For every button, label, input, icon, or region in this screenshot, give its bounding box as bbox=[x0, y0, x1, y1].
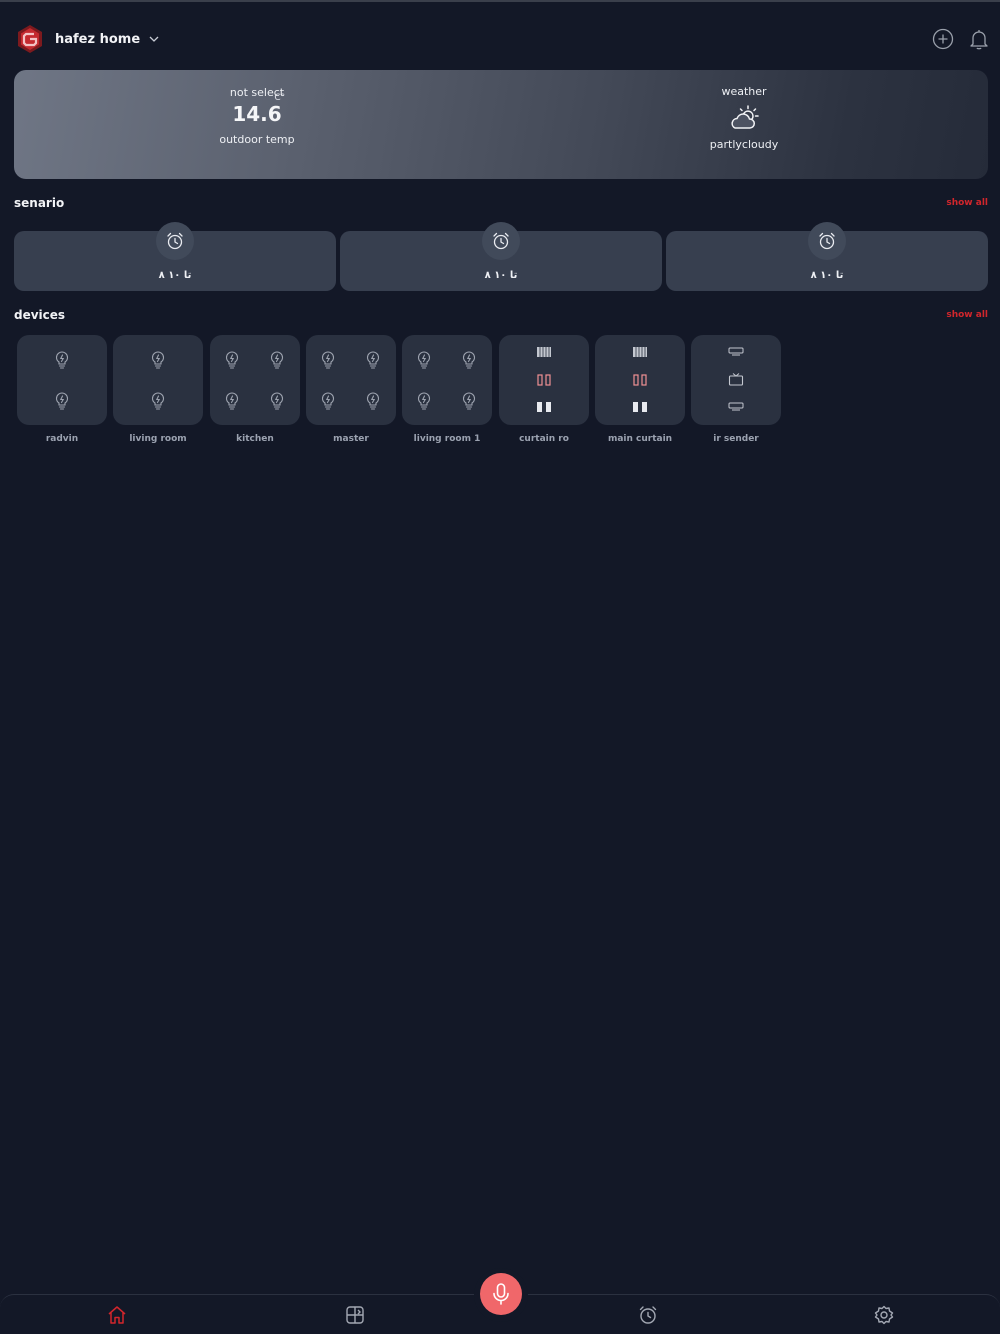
curtain-close-icon[interactable] bbox=[632, 401, 648, 413]
scenario-card[interactable]: تا ۱۰ ۸ bbox=[14, 222, 336, 291]
device-tile[interactable] bbox=[306, 335, 396, 425]
light-bulb-icon[interactable] bbox=[416, 351, 432, 369]
device-tile[interactable] bbox=[595, 335, 685, 425]
scenario-card[interactable]: تا ۱۰ ۸ bbox=[666, 222, 988, 291]
curtain-close-icon[interactable] bbox=[536, 401, 552, 413]
alarm-clock-icon bbox=[156, 222, 194, 260]
device-label: master bbox=[333, 434, 369, 444]
device-label: radvin bbox=[45, 434, 79, 444]
light-bulb-icon[interactable] bbox=[365, 351, 381, 369]
curtain-pause-icon[interactable] bbox=[632, 374, 648, 386]
chevron-down-icon[interactable] bbox=[148, 33, 160, 45]
alarm-clock-icon bbox=[482, 222, 520, 260]
scenario-label: تا ۱۰ ۸ bbox=[810, 270, 844, 281]
weather-panel: weather partlycloudy bbox=[634, 70, 854, 179]
light-bulb-icon[interactable] bbox=[224, 392, 240, 410]
device-master[interactable]: master bbox=[306, 335, 396, 444]
devices-title: devices bbox=[14, 308, 66, 322]
temperature-label: outdoor temp bbox=[219, 133, 295, 146]
device-label: living room 1 bbox=[413, 434, 481, 444]
device-radvin[interactable]: radvin bbox=[17, 335, 107, 444]
temperature-unit: C° bbox=[274, 93, 286, 103]
home-icon[interactable] bbox=[106, 1304, 128, 1326]
logo-icon bbox=[18, 25, 42, 53]
settings-icon[interactable] bbox=[873, 1304, 895, 1326]
device-curtain-ro[interactable]: curtain ro bbox=[499, 335, 589, 444]
light-bulb-icon[interactable] bbox=[461, 392, 477, 410]
widgets-icon[interactable] bbox=[344, 1304, 366, 1326]
light-bulb-icon[interactable] bbox=[224, 351, 240, 369]
device-tile[interactable] bbox=[113, 335, 203, 425]
microphone-icon bbox=[493, 1283, 509, 1305]
bell-icon[interactable] bbox=[968, 28, 990, 50]
curtain-open-icon[interactable] bbox=[632, 346, 648, 358]
home-selector[interactable]: hafez home bbox=[55, 32, 140, 47]
device-tile[interactable] bbox=[691, 335, 781, 425]
device-tile[interactable] bbox=[17, 335, 107, 425]
device-tile[interactable] bbox=[499, 335, 589, 425]
weather-condition: partlycloudy bbox=[709, 138, 779, 151]
light-bulb-icon[interactable] bbox=[320, 351, 336, 369]
light-bulb-icon[interactable] bbox=[416, 392, 432, 410]
curtain-open-icon[interactable] bbox=[536, 346, 552, 358]
light-bulb-icon[interactable] bbox=[150, 392, 166, 410]
light-bulb-icon[interactable] bbox=[54, 351, 70, 369]
light-bulb-icon[interactable] bbox=[365, 392, 381, 410]
curtain-pause-icon[interactable] bbox=[536, 374, 552, 386]
device-tile[interactable] bbox=[402, 335, 492, 425]
outdoor-temp-panel: not select 14.6 C° outdoor temp bbox=[147, 70, 367, 179]
device-label: ir sender bbox=[713, 434, 759, 444]
device-kitchen[interactable]: kitchen bbox=[210, 335, 300, 444]
temperature-value: 14.6 C° bbox=[232, 93, 286, 126]
app-header: hafez home bbox=[14, 22, 990, 56]
scenario-label: تا ۱۰ ۸ bbox=[484, 270, 518, 281]
scenario-title: senario bbox=[14, 196, 65, 210]
location-status: not select bbox=[229, 86, 285, 99]
partly-cloudy-icon bbox=[731, 105, 759, 129]
scenario-show-all-link[interactable]: show all bbox=[946, 198, 988, 208]
device-ir-sender[interactable]: ir sender bbox=[691, 335, 781, 444]
light-bulb-icon[interactable] bbox=[320, 392, 336, 410]
air-conditioner-icon[interactable] bbox=[728, 347, 744, 357]
device-main-curtain[interactable]: main curtain bbox=[595, 335, 685, 444]
top-border bbox=[0, 0, 1000, 2]
light-bulb-icon[interactable] bbox=[54, 392, 70, 410]
weather-title: weather bbox=[721, 85, 767, 98]
devices-section-header: devices show all bbox=[14, 308, 988, 322]
device-living-room-1[interactable]: living room 1 bbox=[402, 335, 492, 444]
device-label: kitchen bbox=[236, 434, 274, 444]
add-circle-icon[interactable] bbox=[932, 28, 954, 50]
light-bulb-icon[interactable] bbox=[150, 351, 166, 369]
alarm-clock-icon bbox=[808, 222, 846, 260]
light-bulb-icon[interactable] bbox=[461, 351, 477, 369]
tv-icon[interactable] bbox=[728, 373, 744, 387]
devices-show-all-link[interactable]: show all bbox=[946, 310, 988, 320]
device-label: curtain ro bbox=[519, 434, 569, 444]
scenario-section-header: senario show all bbox=[14, 196, 988, 210]
device-label: main curtain bbox=[607, 434, 673, 444]
light-bulb-icon[interactable] bbox=[269, 392, 285, 410]
weather-card[interactable]: not select 14.6 C° outdoor temp weather … bbox=[14, 70, 988, 179]
air-conditioner-icon[interactable] bbox=[728, 402, 744, 412]
alarm-icon[interactable] bbox=[637, 1304, 659, 1326]
device-living-room[interactable]: living room bbox=[113, 335, 203, 444]
scenario-card[interactable]: تا ۱۰ ۸ bbox=[340, 222, 662, 291]
device-tile[interactable] bbox=[210, 335, 300, 425]
light-bulb-icon[interactable] bbox=[269, 351, 285, 369]
microphone-button[interactable] bbox=[480, 1273, 522, 1315]
device-label: living room bbox=[129, 434, 187, 444]
scenario-label: تا ۱۰ ۸ bbox=[158, 270, 192, 281]
